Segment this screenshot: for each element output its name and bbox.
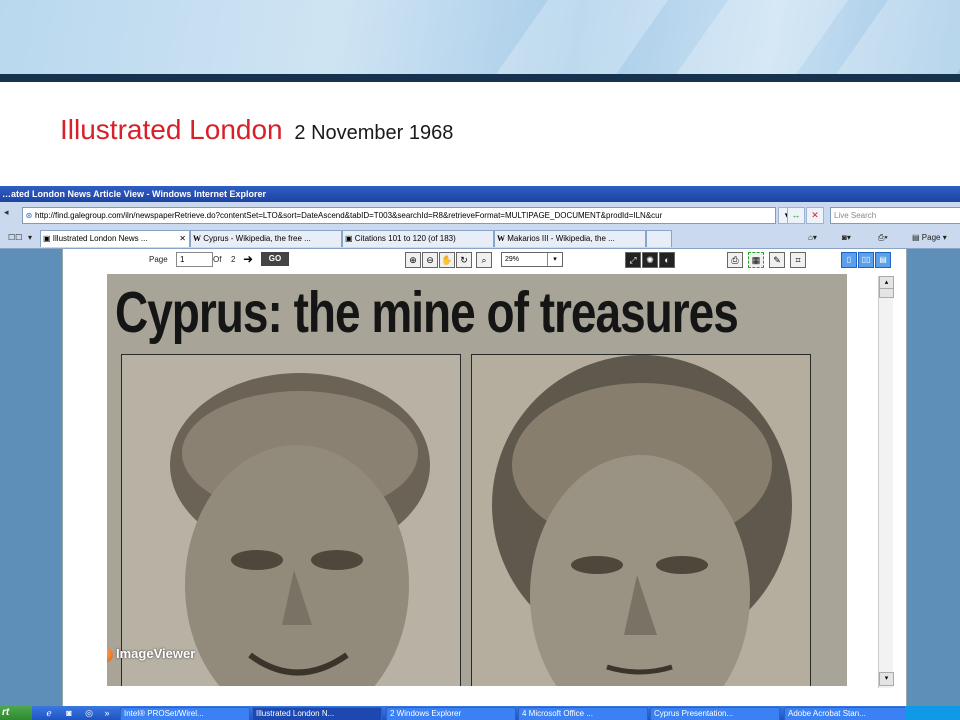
taskbar-item[interactable]: Intel® PROSet/Wirel...: [120, 707, 250, 720]
close-icon[interactable]: ✕: [179, 231, 186, 247]
page-icon: ▣: [43, 234, 51, 243]
vertical-scrollbar[interactable]: ▴ ▾: [878, 276, 894, 688]
edit-icon[interactable]: ✎: [769, 252, 785, 268]
total-pages: 2: [231, 255, 236, 264]
chevron-down-icon: ▾: [547, 253, 562, 266]
thumbnails-icon[interactable]: ▤: [875, 252, 891, 268]
scroll-down-icon[interactable]: ▾: [879, 672, 894, 686]
print-icon[interactable]: ⎙▾: [878, 231, 888, 245]
print-icon[interactable]: ⎙: [727, 252, 743, 268]
slide-title: Illustrated London 2 November 1968: [60, 114, 453, 146]
tab-list-icon[interactable]: ▾: [28, 231, 32, 245]
viewer-toolbar: Page 1 Of 2 ➜ GO ⊕ ⊖ ✋ ↻ ⌕ 29% ▾ ⤢ ✺ ◐ ⎙: [63, 249, 906, 271]
feeds-icon[interactable]: ◙▾: [842, 231, 851, 245]
wikipedia-icon: W: [193, 234, 201, 243]
windows-taskbar: rt ℯ ◙ ◎ » Intel® PROSet/Wirel... Illust…: [0, 706, 960, 720]
banner-decoration: [657, 0, 863, 74]
sculpture-photo-left: [121, 354, 461, 686]
tab-label: Cyprus - Wikipedia, the free ...: [203, 234, 311, 243]
zoom-value: 29%: [505, 256, 520, 263]
quicklaunch-icon[interactable]: ◎: [84, 708, 94, 718]
go-button[interactable]: GO: [261, 252, 289, 266]
tab-illustrated-london[interactable]: ▣ Illustrated London News ... ✕: [40, 230, 190, 247]
taskbar-item[interactable]: Illustrated London N...: [252, 707, 382, 720]
wikipedia-icon: W: [497, 234, 505, 243]
new-tab-button[interactable]: [646, 230, 672, 247]
address-url: http://find.galegroup.com/iln/newspaperR…: [35, 211, 663, 220]
article-page-image[interactable]: Cyprus: the mine of treasures ImageViewe…: [107, 274, 847, 686]
taskbar-item[interactable]: 2 Windows Explorer: [386, 707, 516, 720]
select-area-icon[interactable]: ▦: [748, 252, 764, 268]
brightness-icon[interactable]: ✺: [642, 252, 658, 268]
browser-window: …ated London News Article View - Windows…: [0, 186, 960, 706]
favorites-center-icon[interactable]: ☐☐: [8, 231, 22, 245]
slide-title-date: 2 November 1968: [294, 122, 454, 144]
tab-citations[interactable]: ▣ Citations 101 to 120 (of 183): [342, 230, 494, 247]
taskbar-item[interactable]: Adobe Acrobat Stan...: [784, 707, 907, 720]
tab-cyprus-wikipedia[interactable]: W Cyprus - Wikipedia, the free ...: [190, 230, 342, 247]
window-title: …ated London News Article View - Windows…: [0, 186, 960, 202]
invert-icon[interactable]: ◐: [659, 252, 675, 268]
page-number-input[interactable]: 1: [176, 252, 213, 267]
tab-label: Citations 101 to 120 (of 183): [354, 234, 456, 243]
taskbar-item[interactable]: Cyprus Presentation...: [650, 707, 780, 720]
banner-divider: [0, 74, 960, 82]
content-area: Page 1 Of 2 ➜ GO ⊕ ⊖ ✋ ↻ ⌕ 29% ▾ ⤢ ✺ ◐ ⎙: [0, 249, 960, 706]
slide-title-text: Illustrated London: [60, 114, 283, 145]
two-page-icon[interactable]: ▯▯: [858, 252, 874, 268]
image-viewer: Page 1 Of 2 ➜ GO ⊕ ⊖ ✋ ↻ ⌕ 29% ▾ ⤢ ✺ ◐ ⎙: [62, 249, 907, 706]
imageviewer-logo-icon: [107, 646, 113, 663]
page-menu[interactable]: ▤ Page ▾: [912, 231, 947, 245]
globe-icon: ⊛: [25, 211, 33, 220]
quicklaunch-expand-icon[interactable]: »: [102, 708, 112, 718]
tab-makarios-wikipedia[interactable]: W Makarios III - Wikipedia, the ...: [494, 230, 646, 247]
pan-hand-icon[interactable]: ✋: [439, 252, 455, 268]
single-page-icon[interactable]: ▯: [841, 252, 857, 268]
system-tray[interactable]: [905, 706, 960, 720]
tab-label: Illustrated London News ...: [52, 234, 148, 243]
tab-row: ☐☐ ▾ ▣ Illustrated London News ... ✕ W C…: [0, 228, 960, 249]
zoom-select[interactable]: 29% ▾: [501, 252, 563, 267]
address-row: ◂ ⊛ http://find.galegroup.com/iln/newspap…: [0, 202, 960, 229]
imageviewer-logo-text: ImageViewer: [116, 646, 196, 661]
page-label: Page: [149, 255, 168, 264]
limestone-head-illustration: [472, 355, 810, 686]
of-label: Of: [213, 255, 222, 264]
quicklaunch-icon[interactable]: ◙: [64, 708, 74, 718]
address-bar[interactable]: ⊛ http://find.galegroup.com/iln/newspaper…: [22, 207, 776, 224]
home-icon[interactable]: ⌂▾: [808, 231, 817, 245]
zoom-in-icon[interactable]: ⊕: [405, 252, 421, 268]
arrow-right-icon: ➜: [243, 252, 254, 266]
slide-banner: [0, 0, 960, 74]
crop-icon[interactable]: ⌗: [790, 252, 806, 268]
scroll-thumb[interactable]: [879, 288, 894, 298]
article-headline: Cyprus: the mine of treasures: [115, 279, 739, 345]
page-icon: ▣: [345, 234, 353, 243]
search-input[interactable]: Live Search: [830, 207, 960, 224]
fit-page-icon[interactable]: ⤢: [625, 252, 641, 268]
imageviewer-logo: ImageViewer: [107, 646, 195, 663]
start-button[interactable]: rt: [0, 706, 32, 720]
page-menu-label: Page: [921, 233, 941, 242]
ie-quicklaunch-icon[interactable]: ℯ: [44, 708, 54, 718]
taskbar-item[interactable]: 4 Microsoft Office ...: [518, 707, 648, 720]
limestone-head-illustration: [122, 355, 460, 686]
dropdown-arrow-icon[interactable]: ◂: [4, 207, 16, 221]
tab-label: Makarios III - Wikipedia, the ...: [507, 234, 615, 243]
sculpture-photo-right: [471, 354, 811, 686]
zoom-out-icon[interactable]: ⊖: [422, 252, 438, 268]
stop-icon[interactable]: ✕: [806, 207, 824, 224]
magnifier-icon[interactable]: ⌕: [476, 252, 492, 268]
banner-decoration: [477, 0, 683, 74]
rotate-icon[interactable]: ↻: [456, 252, 472, 268]
refresh-icon[interactable]: ↔: [787, 207, 805, 224]
